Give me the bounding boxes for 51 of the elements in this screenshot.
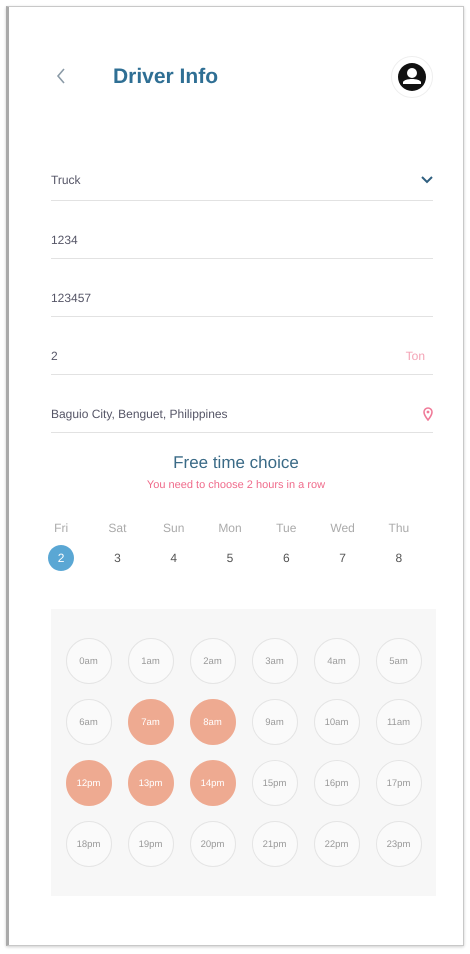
date-button[interactable]: 5 xyxy=(216,545,243,571)
hour-button[interactable]: 18pm xyxy=(66,821,112,867)
date-button[interactable]: 8 xyxy=(386,545,412,571)
hour-button[interactable]: 22pm xyxy=(314,821,360,867)
hour-button[interactable]: 17pm xyxy=(376,760,422,806)
weekday-label: Sun xyxy=(163,521,184,535)
hour-button[interactable]: 19pm xyxy=(128,821,174,867)
weekday-label: Thu xyxy=(388,521,410,535)
hour-button[interactable]: 12pm xyxy=(66,760,112,806)
date-button[interactable]: 2 xyxy=(48,545,74,571)
hour-button[interactable]: 0am xyxy=(66,638,112,684)
screen-title: Driver Info xyxy=(113,65,220,89)
hour-button[interactable]: 5am xyxy=(376,638,422,684)
date-button[interactable]: 3 xyxy=(104,545,130,571)
hour-button[interactable]: 10am xyxy=(314,699,360,745)
hour-button[interactable]: 23pm xyxy=(376,821,422,867)
hint-text: You need to choose 2 hours in a row xyxy=(146,479,326,491)
hour-button[interactable]: 13pm xyxy=(128,760,174,806)
hour-button[interactable]: 15pm xyxy=(252,760,298,806)
hour-button[interactable]: 7am xyxy=(128,699,174,745)
hour-button[interactable]: 11am xyxy=(376,699,422,745)
input-field[interactable]: 1234 xyxy=(51,201,433,259)
chevron-down-icon[interactable] xyxy=(421,176,433,184)
input-field[interactable]: Baguio City, Benguet, Philippines xyxy=(51,375,433,433)
date-button[interactable]: 6 xyxy=(273,545,300,571)
hour-button[interactable]: 14pm xyxy=(190,760,236,806)
weekday-label: Sat xyxy=(108,521,126,535)
input-field[interactable]: 2 Ton xyxy=(51,317,433,375)
hour-button[interactable]: 21pm xyxy=(252,821,298,867)
weekday-label: Tue xyxy=(276,521,296,535)
input-field[interactable]: 123457 xyxy=(51,259,433,317)
hour-button[interactable]: 4am xyxy=(314,638,360,684)
date-button[interactable]: 7 xyxy=(330,545,356,571)
hour-button[interactable]: 2am xyxy=(190,638,236,684)
section-title: Free time choice xyxy=(173,453,299,473)
map-pin-icon xyxy=(423,406,433,420)
hour-button[interactable]: 16pm xyxy=(314,760,360,806)
hour-button[interactable]: 8am xyxy=(190,699,236,745)
hour-button[interactable]: 3am xyxy=(252,638,298,684)
vehicle-select[interactable]: Truck xyxy=(51,153,433,201)
profile-button[interactable] xyxy=(391,56,433,98)
hour-button[interactable]: 20pm xyxy=(190,821,236,867)
back-button[interactable] xyxy=(55,68,67,86)
hour-button[interactable]: 1am xyxy=(128,638,174,684)
hour-button[interactable]: 6am xyxy=(66,699,112,745)
weekday-label: Mon xyxy=(218,521,242,535)
hour-button[interactable]: 9am xyxy=(252,699,298,745)
date-button[interactable]: 4 xyxy=(160,545,187,571)
unit-label: Ton xyxy=(406,348,425,362)
weekday-label: Wed xyxy=(330,521,355,535)
weekday-label: Fri xyxy=(54,521,68,535)
